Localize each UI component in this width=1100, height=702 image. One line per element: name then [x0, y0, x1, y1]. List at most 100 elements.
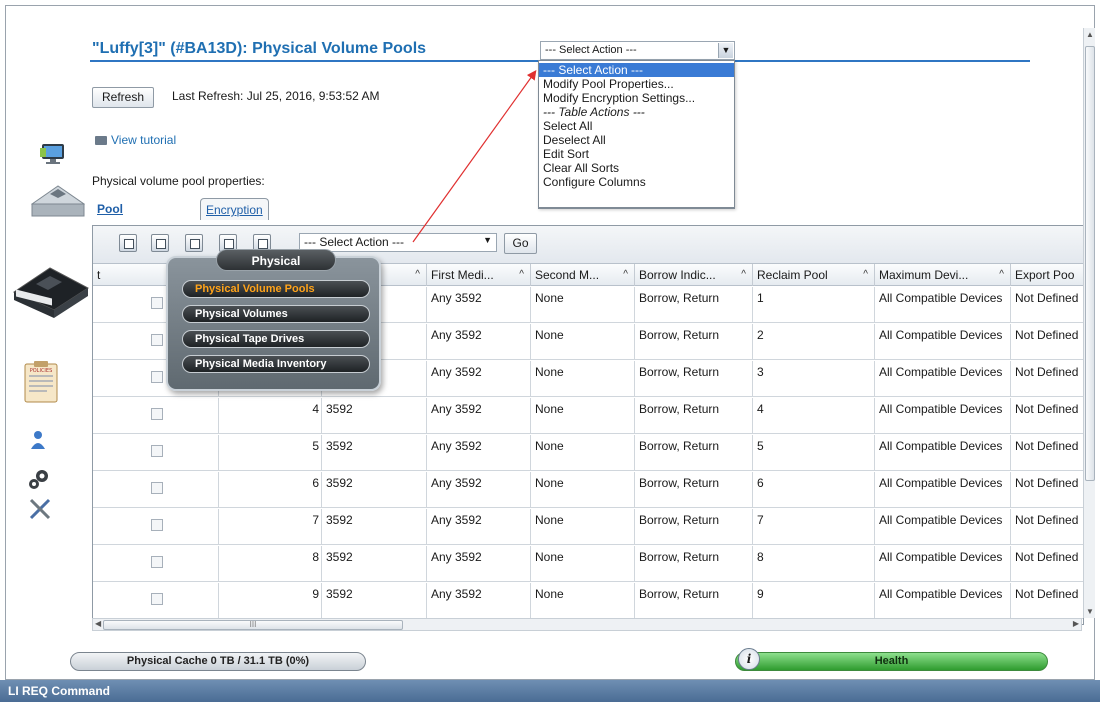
health-bar[interactable]: Health [735, 652, 1048, 671]
table-cell-maxdev: All Compatible Devices [875, 509, 1011, 545]
scroll-right-icon[interactable]: ▶ [1073, 619, 1079, 628]
dropdown-option[interactable]: Deselect All [539, 133, 734, 147]
table-cell-reclaim: 3 [753, 361, 875, 397]
tab-pool-properties[interactable]: Pool Properties [92, 198, 161, 238]
row-checkbox[interactable] [151, 297, 163, 309]
row-checkbox[interactable] [151, 371, 163, 383]
horizontal-scrollbar[interactable]: ◀ III ▶ [92, 618, 1082, 631]
table-cell-second: None [531, 361, 635, 397]
menu-item-physical-volumes[interactable]: Physical Volumes [182, 305, 370, 323]
table-cell-pool: 4 [219, 398, 322, 434]
table-cell-borrow: Borrow, Return [635, 324, 753, 360]
table-cell-media: 3592 [322, 509, 427, 545]
page-action-select[interactable]: --- Select Action --- ▼ [540, 41, 735, 60]
select-cell [93, 435, 219, 471]
user-icon[interactable] [30, 430, 46, 450]
dropdown-option[interactable]: Select All [539, 119, 734, 133]
edit-icon[interactable] [185, 234, 203, 252]
menu-item-physical-volume-pools[interactable]: Physical Volume Pools [182, 280, 370, 298]
sort-icon[interactable]: ^ [519, 264, 524, 286]
physical-menu: Physical Physical Volume Pools Physical … [166, 249, 381, 391]
dropdown-divider [539, 207, 734, 208]
monitor-icon[interactable] [40, 142, 68, 166]
table-cell-first: Any 3592 [427, 361, 531, 397]
select-cell [93, 398, 219, 434]
page-action-select-value: --- Select Action --- [545, 44, 637, 56]
vertical-scrollbar[interactable]: ▲ ▼ [1083, 28, 1095, 618]
row-checkbox[interactable] [151, 334, 163, 346]
sort-icon[interactable]: ^ [863, 264, 868, 286]
table-cell-first: Any 3592 [427, 398, 531, 434]
table-cell-second: None [531, 435, 635, 471]
table-cell-second: None [531, 546, 635, 582]
column-header[interactable]: Second M... ^ [531, 264, 635, 286]
deselect-all-icon[interactable] [151, 234, 169, 252]
sort-icon[interactable]: ^ [623, 264, 628, 286]
table-row[interactable]: 5 3592 Any 3592 None Borrow, Return 5 All Comp… [93, 435, 1083, 471]
tab-encryption-settings[interactable]: Encryption Settings [200, 198, 269, 239]
table-cell-reclaim: 8 [753, 546, 875, 582]
table-cell-second: None [531, 472, 635, 508]
table-cell-second: None [531, 398, 635, 434]
table-row[interactable]: 4 3592 Any 3592 None Borrow, Return 4 All Comp… [93, 398, 1083, 434]
table-cell-pool: 6 [219, 472, 322, 508]
chevron-down-icon[interactable]: ▼ [718, 43, 733, 58]
row-checkbox[interactable] [151, 556, 163, 568]
view-tutorial-link[interactable]: View tutorial [95, 133, 176, 147]
refresh-button[interactable]: Refresh [92, 87, 154, 108]
column-header-label: Export Poo [1015, 268, 1075, 282]
table-cell-borrow: Borrow, Return [635, 472, 753, 508]
row-checkbox[interactable] [151, 445, 163, 457]
table-row[interactable]: 7 3592 Any 3592 None Borrow, Return 7 All Comp… [93, 509, 1083, 545]
column-header[interactable]: Maximum Devi... ^ [875, 264, 1011, 286]
sort-icon[interactable]: ^ [999, 264, 1004, 286]
tools-icon[interactable] [28, 497, 52, 521]
row-checkbox[interactable] [151, 408, 163, 420]
vertical-scroll-thumb[interactable] [1085, 46, 1095, 481]
menu-item-physical-media-inventory[interactable]: Physical Media Inventory [182, 355, 370, 373]
policies-icon[interactable]: POLICIES [22, 360, 60, 404]
table-row[interactable]: 9 3592 Any 3592 None Borrow, Return 9 All Comp… [93, 583, 1083, 619]
library-icon[interactable] [28, 180, 88, 220]
scroll-down-icon[interactable]: ▼ [1086, 607, 1094, 616]
go-button[interactable]: Go [504, 233, 537, 254]
dropdown-option[interactable]: Edit Sort [539, 147, 734, 161]
table-cell-borrow: Borrow, Return [635, 435, 753, 471]
table-cell-maxdev: All Compatible Devices [875, 287, 1011, 323]
table-row[interactable]: 8 3592 Any 3592 None Borrow, Return 8 All Comp… [93, 546, 1083, 582]
row-checkbox[interactable] [151, 482, 163, 494]
tape-drive-icon[interactable] [10, 258, 92, 320]
table-cell-export: Not Defined [1011, 583, 1083, 619]
table-cell-pool: 9 [219, 583, 322, 619]
status-bar[interactable]: LI REQ Command [0, 680, 1100, 702]
scroll-left-icon[interactable]: ◀ [95, 619, 101, 628]
scroll-up-icon[interactable]: ▲ [1086, 30, 1094, 39]
sort-icon[interactable]: ^ [415, 264, 420, 286]
table-cell-reclaim: 4 [753, 398, 875, 434]
info-icon[interactable]: i [738, 648, 760, 670]
table-row[interactable]: 6 3592 Any 3592 None Borrow, Return 6 All Comp… [93, 472, 1083, 508]
dropdown-option[interactable]: --- Select Action --- [539, 63, 734, 77]
table-cell-reclaim: 5 [753, 435, 875, 471]
dropdown-option[interactable]: Configure Columns [539, 175, 734, 189]
horizontal-scroll-thumb[interactable]: III [103, 620, 403, 630]
action-dropdown-list[interactable]: --- Select Action --- Modify Pool Propert… [538, 60, 735, 209]
row-checkbox[interactable] [151, 593, 163, 605]
dropdown-option[interactable]: Modify Pool Properties... [539, 77, 734, 91]
column-header-label: t [97, 268, 101, 282]
dropdown-option[interactable]: Clear All Sorts [539, 161, 734, 175]
dropdown-option[interactable]: Modify Encryption Settings... [539, 91, 734, 105]
select-all-icon[interactable] [119, 234, 137, 252]
table-cell-borrow: Borrow, Return [635, 398, 753, 434]
column-header[interactable]: First Medi... ^ [427, 264, 531, 286]
gears-icon[interactable] [28, 468, 50, 490]
column-header[interactable]: Borrow Indic... ^ [635, 264, 753, 286]
table-cell-maxdev: All Compatible Devices [875, 398, 1011, 434]
chevron-down-icon[interactable]: ▼ [483, 235, 492, 245]
table-cell-export: Not Defined [1011, 435, 1083, 471]
row-checkbox[interactable] [151, 519, 163, 531]
sort-icon[interactable]: ^ [741, 264, 746, 286]
column-header[interactable]: Export Poo [1011, 264, 1083, 286]
menu-item-physical-tape-drives[interactable]: Physical Tape Drives [182, 330, 370, 348]
column-header[interactable]: Reclaim Pool ^ [753, 264, 875, 286]
